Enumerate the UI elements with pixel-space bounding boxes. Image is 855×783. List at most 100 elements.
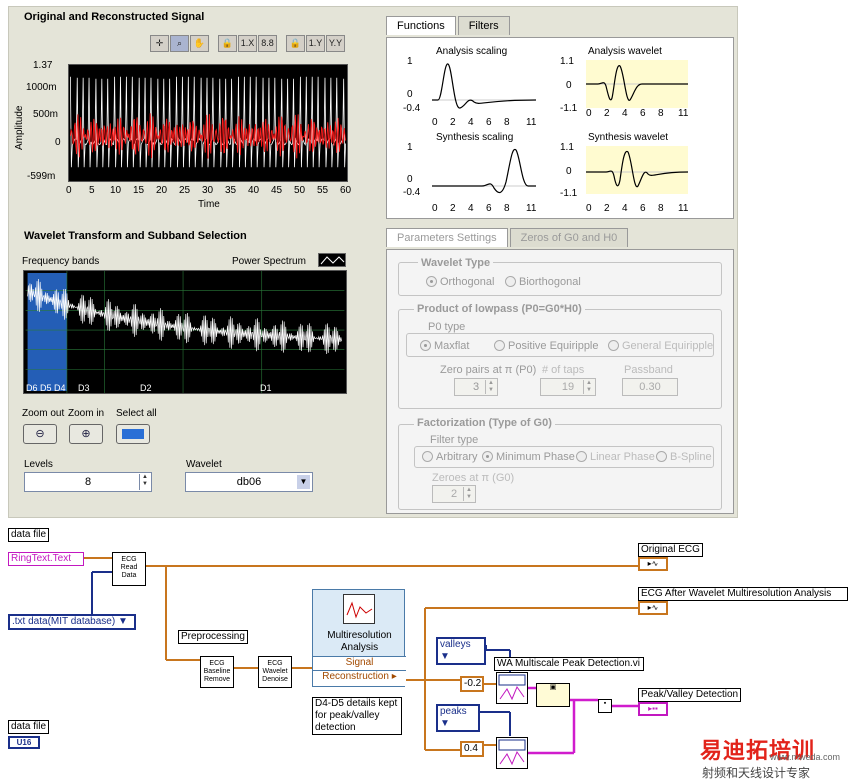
x-tick: 45: [271, 185, 283, 196]
x-lock-button[interactable]: 🔒: [218, 35, 237, 52]
mini-x-tick: 2: [604, 108, 610, 119]
mra-reconstruction-label: Reconstruction: [322, 671, 389, 682]
zoom-out-icon: ⊖: [35, 428, 45, 440]
tab-filters[interactable]: Filters: [457, 16, 510, 35]
baseline-label: ECG Baseline Remove: [203, 660, 231, 683]
pos-threshold-constant[interactable]: 0.4: [460, 741, 484, 757]
neg-threshold-constant[interactable]: -0.2: [460, 676, 484, 692]
analysis-wavelet-chart: [586, 60, 688, 108]
peaks-enum[interactable]: peaks ▼: [436, 704, 480, 732]
mini-x-tick: 6: [640, 203, 646, 214]
zoom-tool-button[interactable]: ⌕: [170, 35, 189, 52]
maxflat-radio[interactable]: Maxflat: [420, 340, 469, 352]
y-tick: 1000m: [26, 82, 57, 93]
u16-constant[interactable]: U16: [8, 736, 40, 749]
valleys-enum[interactable]: valleys ▼: [436, 637, 486, 665]
select-all-button[interactable]: [116, 424, 150, 444]
power-spectrum-icon[interactable]: [318, 253, 346, 267]
mra-signal-terminal[interactable]: Signal: [313, 656, 406, 670]
minimum-phase-label: Minimum Phase: [496, 451, 575, 463]
levels-spinner[interactable]: ▲ ▼: [139, 474, 150, 490]
zeroes-spinner[interactable]: ▲ ▼: [463, 487, 474, 501]
taps-input[interactable]: 19 ▲ ▼: [540, 378, 596, 396]
biorthogonal-radio[interactable]: Biorthogonal: [505, 276, 581, 288]
x-tick: 35: [225, 185, 237, 196]
band-label: D2: [140, 383, 152, 393]
mini-x-tick: 11: [678, 108, 689, 119]
mini-y-tick: 0: [407, 89, 413, 100]
ring-text-node[interactable]: RingText.Text: [8, 552, 84, 566]
data-source-dropdown[interactable]: .txt data(MIT database) ▼: [8, 614, 136, 630]
taps-spinner[interactable]: ▲ ▼: [583, 380, 594, 394]
levels-input[interactable]: 8 ▲ ▼: [24, 472, 152, 492]
general-equiripple-radio[interactable]: General Equiripple: [608, 340, 713, 352]
radio-icon: [576, 451, 587, 462]
mra-express-vi[interactable]: Multiresolution Analysis Signal Reconstr…: [312, 589, 406, 687]
ecg-wavelet-denoise-vi[interactable]: ECG Wavelet Denoise: [258, 656, 292, 688]
y-format-button[interactable]: Y.Y: [326, 35, 345, 52]
radio-icon: [505, 276, 516, 287]
peak-valley-indicator[interactable]: ▸▪▪: [638, 702, 668, 716]
zoom-in-button[interactable]: ⊕: [69, 424, 103, 444]
ecg-read-data-vi[interactable]: ECG Read Data: [112, 552, 146, 586]
x-scale-button[interactable]: 1.X: [238, 35, 257, 52]
cursor-tool-button[interactable]: ✛: [150, 35, 169, 52]
product-title: Product of lowpass (P0=G0*H0): [414, 303, 585, 315]
frequency-bands-label: Frequency bands: [22, 256, 100, 267]
arbitrary-radio[interactable]: Arbitrary: [422, 451, 478, 463]
chevron-down-icon[interactable]: ▼: [297, 475, 310, 489]
data-file-label: data file: [8, 528, 50, 542]
mini-x-tick: 6: [486, 203, 492, 214]
zeroes-label: Zeroes at π (G0): [432, 472, 515, 484]
orthogonal-radio[interactable]: Orthogonal: [426, 276, 494, 288]
x-tick: 40: [248, 185, 260, 196]
tab-zeros[interactable]: Zeros of G0 and H0: [509, 228, 629, 247]
mini-x-tick: 4: [622, 203, 628, 214]
spectrum-plot[interactable]: [23, 270, 347, 394]
wa-peak-detect-vi-1[interactable]: [496, 672, 528, 704]
linear-phase-radio[interactable]: Linear Phase: [576, 451, 655, 463]
positive-equiripple-radio[interactable]: Positive Equiripple: [494, 340, 599, 352]
build-array-node[interactable]: ▣: [536, 683, 570, 707]
zoom-out-label: Zoom out: [22, 408, 65, 419]
functions-tabbar: Functions Filters: [386, 16, 512, 35]
y-scale-button[interactable]: 1.Y: [306, 35, 325, 52]
x-format-button[interactable]: 8.8: [258, 35, 277, 52]
pan-tool-button[interactable]: ✋: [190, 35, 209, 52]
mini-x-tick: 0: [432, 203, 438, 214]
orthogonal-label: Orthogonal: [440, 276, 495, 288]
mini-chart-title: Synthesis wavelet: [588, 132, 669, 143]
mini-y-tick: -1.1: [560, 188, 578, 199]
bundle-node[interactable]: ▪: [598, 699, 612, 713]
mra-reconstruction-terminal[interactable]: Reconstruction ▸: [313, 670, 406, 686]
mini-x-tick: 11: [526, 117, 537, 128]
passband-input[interactable]: 0.30: [622, 378, 678, 396]
valleys-value: valleys: [440, 639, 471, 650]
ecg-baseline-remove-vi[interactable]: ECG Baseline Remove: [200, 656, 234, 688]
y-tick: 500m: [33, 109, 59, 120]
zoom-in-label: Zoom in: [68, 408, 105, 419]
wavelet-select[interactable]: db06 ▼: [185, 472, 313, 492]
zero-pairs-spinner[interactable]: ▲ ▼: [485, 380, 496, 394]
minimum-phase-radio[interactable]: Minimum Phase: [482, 451, 575, 463]
zoom-out-button[interactable]: ⊖: [23, 424, 57, 444]
zeroes-input[interactable]: 2 ▲ ▼: [432, 485, 476, 503]
mini-chart-title: Synthesis scaling: [436, 132, 514, 143]
bspline-radio[interactable]: B-Spline: [656, 451, 712, 463]
mini-y-tick: -0.4: [403, 187, 421, 198]
analysis-scaling-chart: [432, 60, 536, 116]
signal-plot[interactable]: [68, 64, 348, 182]
zero-pairs-input[interactable]: 3 ▲ ▼: [454, 378, 498, 396]
original-ecg-indicator[interactable]: ▸∿: [638, 557, 668, 571]
ecg-after-indicator[interactable]: ▸∿: [638, 601, 668, 615]
taps-value: 19: [561, 381, 575, 393]
wa-peak-detect-vi-2[interactable]: [496, 737, 528, 769]
tab-parameters-settings[interactable]: Parameters Settings: [386, 228, 508, 247]
mini-y-tick: 1.1: [560, 142, 574, 153]
select-all-icon: [122, 429, 144, 440]
mini-x-tick: 6: [640, 108, 646, 119]
x-tick: 5: [89, 185, 95, 196]
y-lock-button[interactable]: 🔒: [286, 35, 305, 52]
mini-y-tick: -0.4: [403, 103, 421, 114]
tab-functions[interactable]: Functions: [386, 16, 456, 35]
